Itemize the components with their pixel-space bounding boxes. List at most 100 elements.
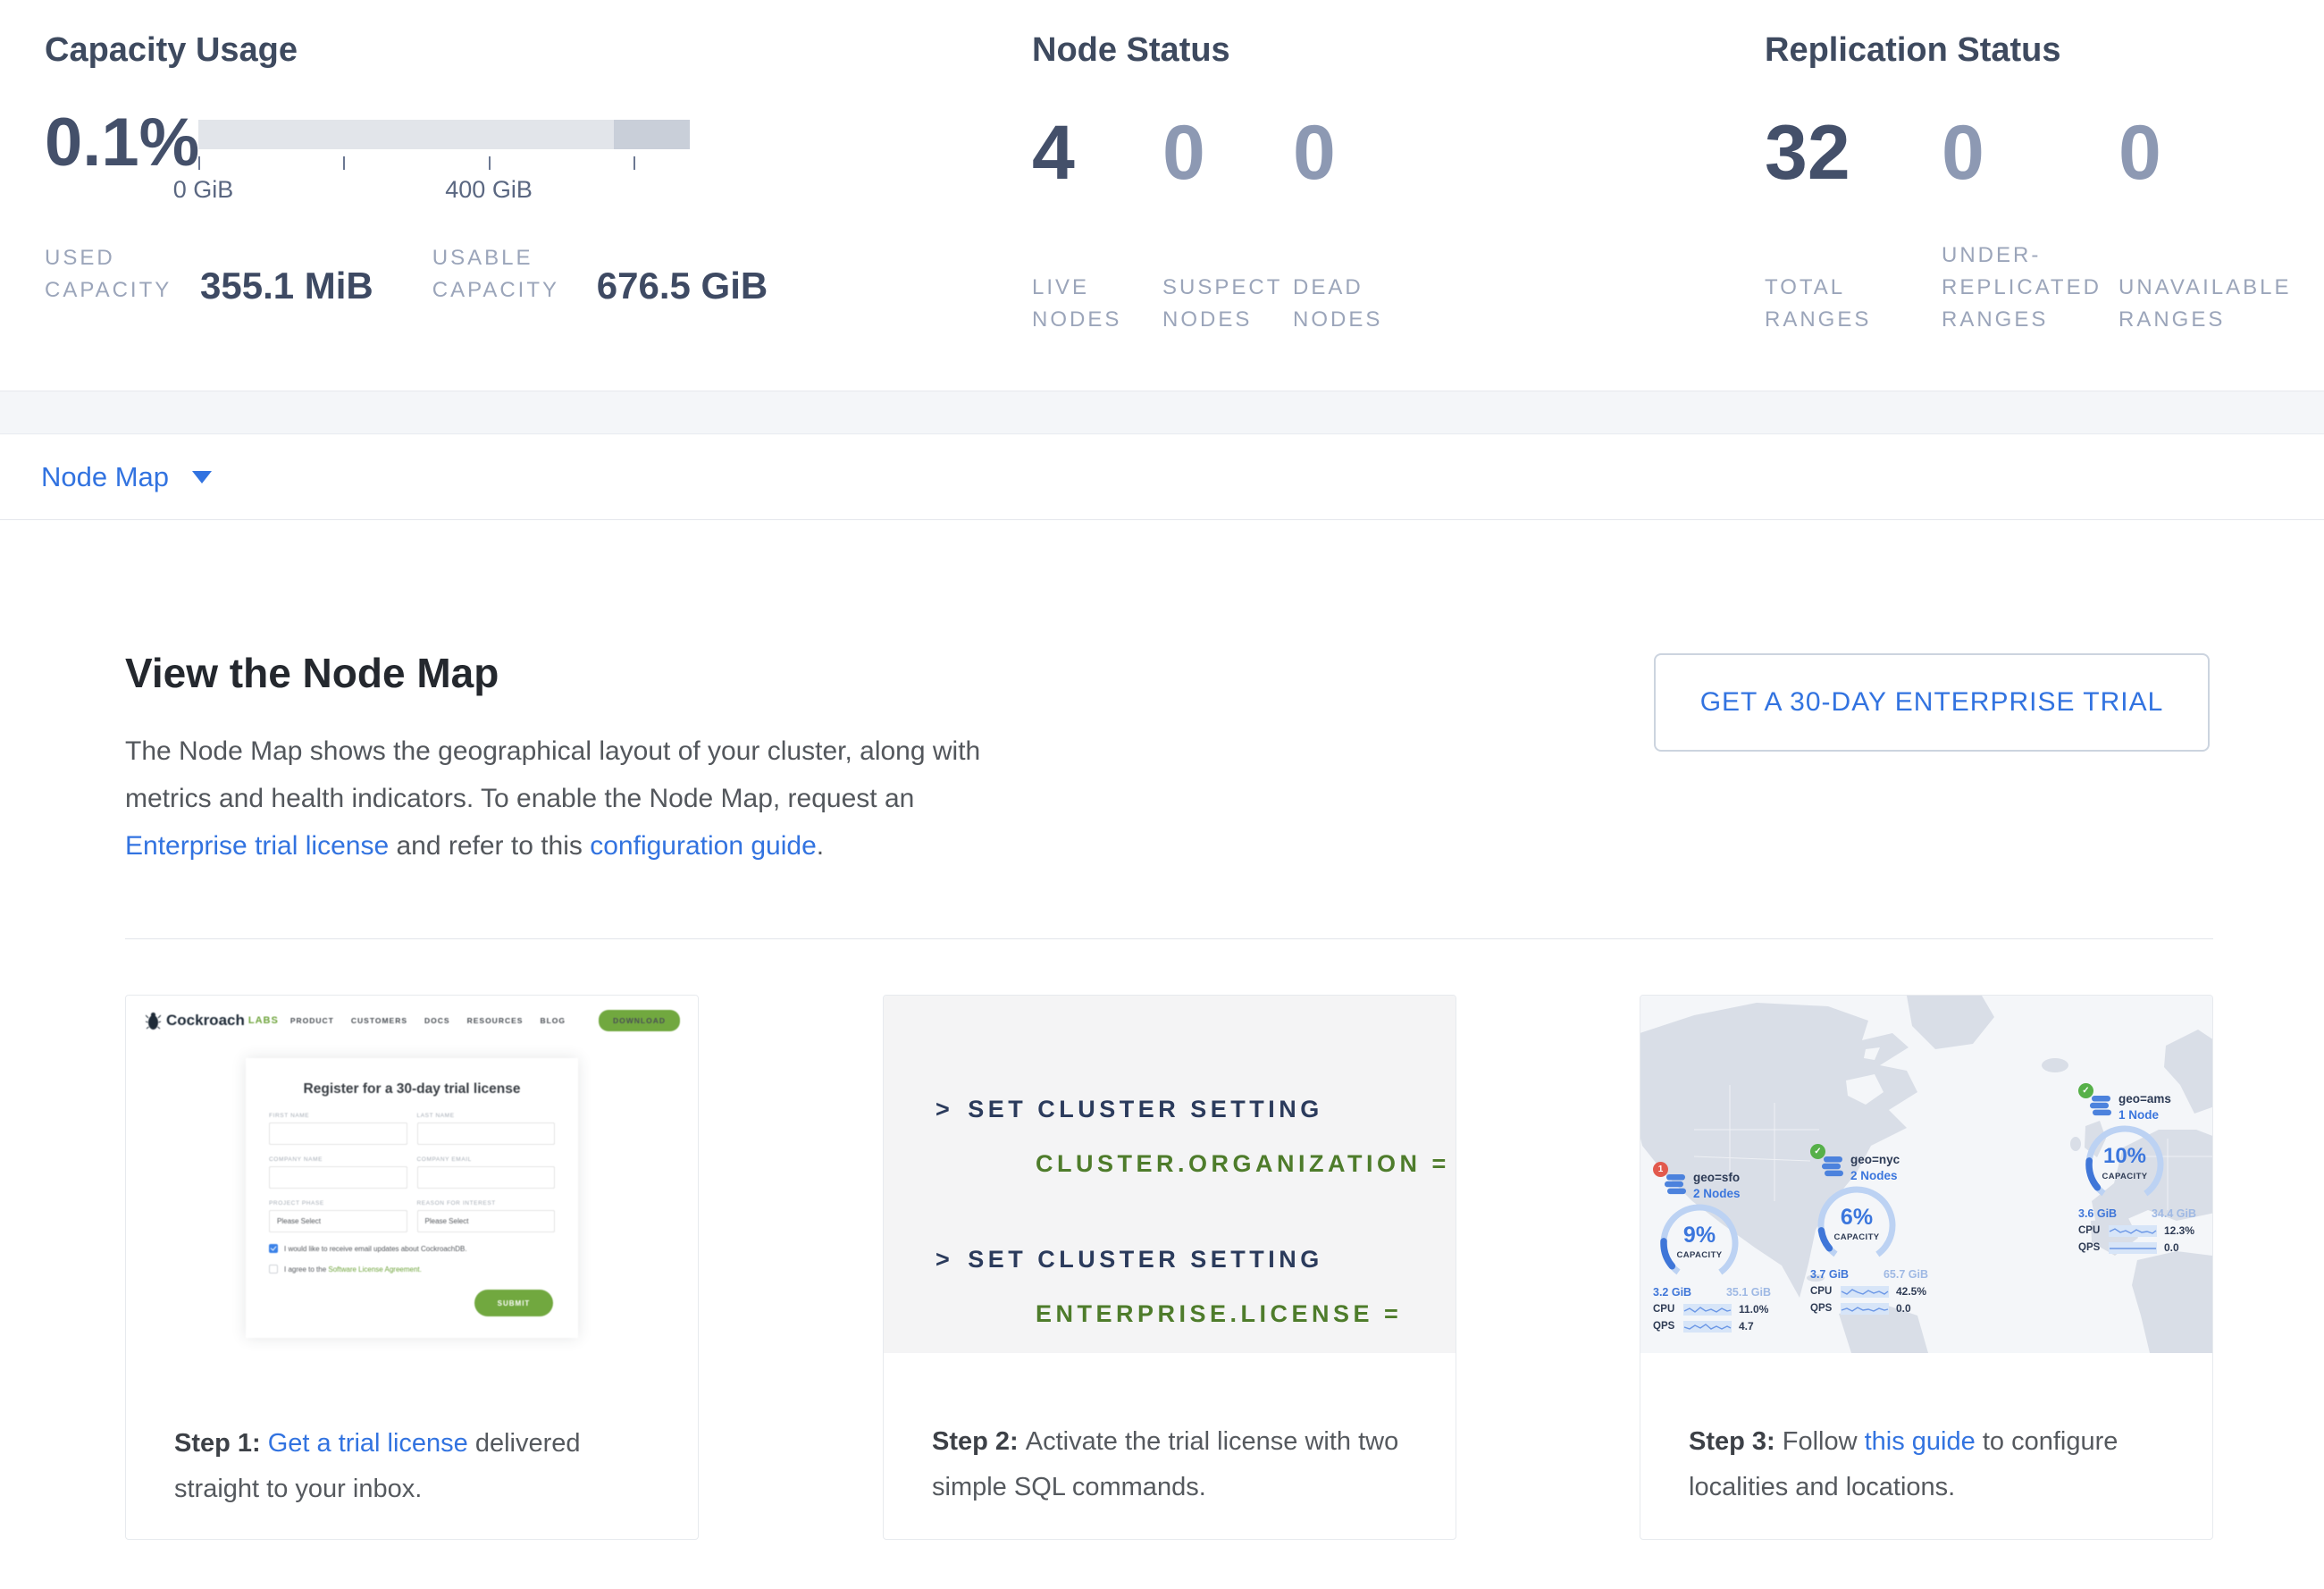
- roach-icon: [146, 1012, 161, 1030]
- capacity-percent: 6%: [1814, 1205, 1900, 1231]
- capacity-caption: CAPACITY: [1657, 1250, 1742, 1260]
- capacity-percent: 10%: [2082, 1144, 2168, 1169]
- dead-nodes-label: DEAD NODES: [1293, 272, 1423, 336]
- capacity-gauge: 10% CAPACITY: [2082, 1122, 2168, 1207]
- field-label: COMPANY EMAIL: [417, 1156, 556, 1163]
- step3-bold: Step 3:: [1689, 1427, 1783, 1456]
- license-agreement-link: Software License Agreement.: [328, 1265, 422, 1274]
- field-label: REASON FOR INTEREST: [417, 1200, 556, 1206]
- checkbox-checked-icon: [269, 1244, 278, 1253]
- under-replicated-metric: 0 UNDER-REPLICATED RANGES: [1942, 111, 2118, 336]
- live-nodes-label: LIVE NODES: [1032, 272, 1162, 336]
- step3-caption: Step 3: Follow this guide to configure l…: [1640, 1419, 2212, 1510]
- step3-text: Follow: [1783, 1427, 1865, 1456]
- company-name-field: [269, 1166, 407, 1189]
- step1-card: Cockroach LABS PRODUCT CUSTOMERS DOCS RE…: [125, 995, 699, 1540]
- capacity-percent: 0.1%: [45, 105, 184, 205]
- capacity-caption: CAPACITY: [1814, 1232, 1900, 1242]
- node-map-dropdown-label[interactable]: Node Map: [41, 461, 169, 493]
- node-map-dropdown[interactable]: Node Map: [0, 434, 2324, 520]
- trial-registration-form: Register for a 30-day trial license FIRS…: [246, 1058, 578, 1338]
- used-capacity-stat: USED CAPACITY 355.1 MiB: [45, 242, 373, 307]
- nav-item: RESOURCES: [467, 1016, 524, 1025]
- registration-screenshot: Cockroach LABS PRODUCT CUSTOMERS DOCS RE…: [126, 996, 698, 1408]
- capacity-caption: CAPACITY: [2082, 1172, 2168, 1181]
- node-status-title: Node Status: [1032, 29, 1747, 71]
- unavailable-ranges-label: UNAVAILABLE RANGES: [2118, 272, 2295, 336]
- qps-label: QPS: [1653, 1321, 1683, 1332]
- locality-node-count: 2 Nodes: [1850, 1169, 1900, 1182]
- get-trial-license-link[interactable]: Get a trial license: [268, 1429, 468, 1458]
- project-phase-select: Please Select: [269, 1210, 407, 1232]
- capacity-axis-ticks: [198, 155, 690, 176]
- cpu-sparkline: [1683, 1304, 1732, 1316]
- step1-caption: Step 1: Get a trial license delivered st…: [126, 1421, 698, 1512]
- cockroach-labs-logo: Cockroach LABS: [146, 1012, 279, 1030]
- this-guide-link[interactable]: this guide: [1865, 1427, 1976, 1456]
- node-map-description: The Node Map shows the geographical layo…: [125, 727, 1028, 870]
- cpu-sparkline: [2109, 1225, 2157, 1237]
- description-text: and refer to this: [389, 831, 590, 861]
- field-label: FIRST NAME: [269, 1113, 407, 1119]
- sql-prompt: >: [935, 1246, 953, 1273]
- error-count-badge: 1: [1653, 1162, 1668, 1177]
- axis-tick: [489, 156, 491, 170]
- panel-gap: [0, 391, 2324, 434]
- cpu-value: 11.0%: [1739, 1303, 1768, 1316]
- under-replicated-label: UNDER-REPLICATED RANGES: [1942, 240, 2118, 336]
- checkbox-label: I would like to receive email updates ab…: [284, 1245, 467, 1253]
- locality-node-count: 1 Node: [2118, 1108, 2171, 1122]
- cluster-summary-panel: Capacity Usage 0.1% 0 GiB 400 Gi: [0, 0, 2324, 391]
- chevron-down-icon: [192, 471, 212, 483]
- database-stack-icon: [1821, 1156, 1844, 1177]
- capacity-gauge: 6% CAPACITY: [1814, 1182, 1900, 1268]
- qps-value: 0.0: [1896, 1302, 1911, 1315]
- axis-label-0: 0 GiB: [173, 176, 234, 204]
- map-location-ams: ✓ geo=ams 1 Node: [2078, 1083, 2213, 1254]
- database-stack-icon: [2089, 1095, 2112, 1116]
- total-capacity: 34.4 GiB: [2152, 1207, 2196, 1220]
- axis-label-400: 400 GiB: [445, 176, 533, 204]
- enterprise-trial-license-link[interactable]: Enterprise trial license: [125, 831, 389, 861]
- form-title: Register for a 30-day trial license: [269, 1081, 555, 1097]
- field-label: PROJECT PHASE: [269, 1200, 407, 1206]
- replication-status-title: Replication Status: [1765, 29, 2319, 71]
- used-capacity-label: USED CAPACITY: [45, 242, 177, 307]
- step2-card: >SET CLUSTER SETTING CLUSTER.ORGANIZATIO…: [883, 995, 1456, 1540]
- nav-item: DOCS: [424, 1016, 450, 1025]
- usable-capacity-stat: USABLE CAPACITY 676.5 GiB: [432, 242, 768, 307]
- qps-value: 4.7: [1739, 1320, 1754, 1333]
- live-nodes-metric: 4 LIVE NODES: [1032, 111, 1162, 336]
- section-divider: [125, 938, 2213, 939]
- check-icon: ✓: [1810, 1144, 1825, 1159]
- total-ranges-metric: 32 TOTAL RANGES: [1765, 111, 1942, 336]
- download-pill: DOWNLOAD: [599, 1010, 680, 1031]
- suspect-nodes-metric: 0 SUSPECT NODES: [1162, 111, 1293, 336]
- qps-label: QPS: [1810, 1303, 1841, 1314]
- qps-sparkline: [1841, 1303, 1889, 1315]
- map-location-nyc: ✓ geo=nyc 2 Nodes: [1810, 1144, 1946, 1315]
- under-replicated-value: 0: [1942, 111, 1984, 195]
- qps-sparkline: [2109, 1242, 2157, 1254]
- sql-commands-graphic: >SET CLUSTER SETTING CLUSTER.ORGANIZATIO…: [884, 996, 1456, 1353]
- first-name-field: [269, 1122, 407, 1145]
- configuration-guide-link[interactable]: configuration guide: [590, 831, 817, 861]
- usable-capacity-label: USABLE CAPACITY: [432, 242, 574, 307]
- capacity-bar-chart: 0 GiB 400 GiB: [198, 120, 690, 205]
- qps-label: QPS: [2078, 1242, 2109, 1253]
- step3-card: 1 geo=sfo 2 Nodes: [1640, 995, 2213, 1540]
- used-capacity-value: 355.1 MiB: [200, 267, 373, 305]
- axis-tick: [343, 156, 345, 170]
- nav-item: BLOG: [540, 1016, 566, 1025]
- license-agreement-checkbox-row: I agree to the Software License Agreemen…: [269, 1265, 555, 1274]
- enterprise-trial-button[interactable]: GET A 30-DAY ENTERPRISE TRIAL: [1654, 653, 2210, 752]
- field-label: LAST NAME: [417, 1113, 556, 1119]
- step1-bold: Step 1:: [174, 1429, 268, 1458]
- description-text: The Node Map shows the geographical layo…: [125, 736, 980, 813]
- checkbox-label: I agree to the: [284, 1265, 328, 1274]
- total-ranges-label: TOTAL RANGES: [1765, 272, 1942, 336]
- capacity-bar-used-segment: [614, 120, 690, 149]
- locality-node-count: 2 Nodes: [1693, 1187, 1741, 1200]
- capacity-usage-title: Capacity Usage: [45, 29, 1019, 71]
- axis-tick: [633, 156, 635, 170]
